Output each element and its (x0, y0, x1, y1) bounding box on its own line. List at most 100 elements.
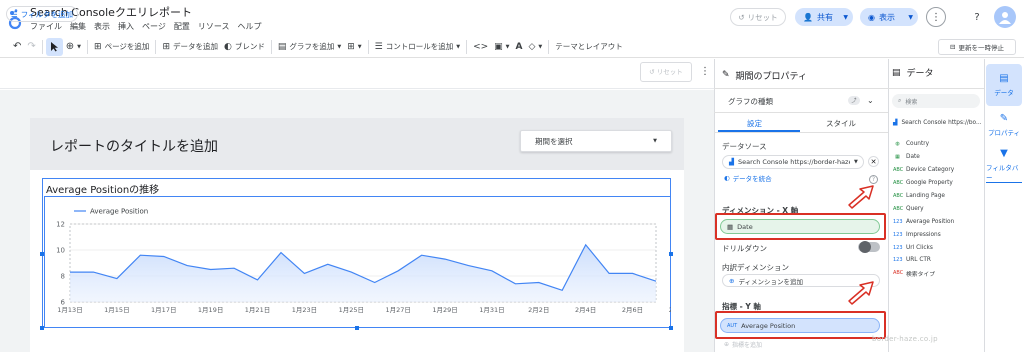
add-component-button[interactable]: ⊞ ▼ (344, 38, 364, 56)
add-control-button[interactable]: ☰ コントロールを追加 ▼ (372, 38, 463, 56)
shape-icon: ◇ (528, 41, 536, 52)
divider (270, 39, 272, 54)
data-source-item[interactable]: ▟ Search Console https://bo... (893, 120, 982, 126)
field-item[interactable]: 123 URL CTR (893, 254, 954, 267)
report-title[interactable]: レポートのタイトルを追加 (50, 136, 218, 156)
zoom-icon: ⊕ (65, 41, 75, 52)
field-item[interactable]: ABC Query (893, 202, 954, 215)
divider (714, 132, 888, 133)
field-search-input[interactable]: ⌕ 検索 (892, 94, 980, 108)
menu-help[interactable]: ヘルプ (237, 21, 261, 32)
menu-page[interactable]: ページ (142, 21, 166, 32)
pencil-icon: ✎ (999, 113, 1009, 124)
blend-data-link[interactable]: ◐ データを統合 (724, 173, 772, 183)
more-options-icon[interactable]: ⋮ (926, 7, 946, 27)
field-item[interactable]: ABC Landing Page (893, 190, 954, 203)
rail-properties-button[interactable]: ✎ プロパティ (986, 104, 1022, 146)
filter-bar (0, 59, 714, 89)
x-tick-label: 1月17日 (151, 306, 176, 314)
select-tool-button[interactable] (45, 37, 63, 56)
chevron-down-icon[interactable]: ▼ (908, 14, 913, 21)
drilldown-label: ドリルダウン (722, 244, 767, 253)
add-chart-button[interactable]: ▤ グラフを追加 ▼ (275, 38, 344, 56)
add-metric-button[interactable]: ⊕ 指標を追加 (724, 340, 762, 349)
filter-icon: ☰ (10, 9, 18, 19)
rail-filter-bar-button[interactable]: ▼ フィルタバー (986, 144, 1022, 186)
close-icon[interactable]: ✕ (868, 156, 879, 167)
help-icon[interactable]: ? (968, 8, 986, 26)
filter-icon: ▼ (1000, 147, 1008, 159)
chart-type-label: グラフの種類 (728, 97, 773, 106)
add-filter-button[interactable]: ☰ フィルタを追加 (6, 6, 78, 22)
rail-data-button[interactable]: ▤ データ (986, 64, 1022, 106)
chevron-down-icon: ▼ (505, 43, 510, 50)
legend-label[interactable]: Average Position (90, 208, 148, 216)
divider (714, 112, 888, 113)
metric-chip-average-position[interactable]: AUT Average Position (720, 318, 880, 333)
chart-title[interactable]: Average Positionの推移 (46, 181, 159, 196)
tab-style[interactable]: スタイル (826, 118, 856, 129)
field-item[interactable]: ▦ Date (893, 151, 954, 164)
add-data-icon: ⊞ (162, 41, 170, 52)
avatar[interactable] (994, 6, 1016, 28)
undo-button[interactable]: ↶ (10, 38, 24, 56)
x-tick-label: 2月6日 (622, 306, 643, 314)
add-page-button[interactable]: ⊞ ページを追加 (91, 38, 152, 56)
canvas-reset-button[interactable]: ↺ リセット (640, 62, 692, 82)
arrow-annotation (848, 281, 874, 305)
menu-bar: ファイル 編集 表示 挿入 ページ 配置 リソース ヘルプ (30, 21, 261, 32)
field-item[interactable]: 123 Average Position (893, 215, 954, 228)
table-icon: ▤ (892, 67, 901, 78)
field-item[interactable]: ABC Google Property (893, 177, 954, 190)
drilldown-toggle[interactable] (858, 241, 880, 253)
watermark: border-haze.co.jp (872, 335, 938, 343)
field-item[interactable]: 123 Url Clicks (893, 241, 954, 254)
menu-view[interactable]: 表示 (94, 21, 110, 32)
menu-file[interactable]: ファイル (30, 21, 62, 32)
add-page-icon: ⊞ (94, 41, 102, 52)
abc-icon: ABC (893, 167, 904, 174)
number-icon: 123 (893, 244, 903, 251)
menu-arrange[interactable]: 配置 (174, 21, 190, 32)
help-icon[interactable]: ? (869, 175, 878, 184)
calendar-icon: ▦ (727, 222, 734, 231)
theme-layout-button[interactable]: テーマとレイアウト (552, 38, 626, 56)
menu-edit[interactable]: 編集 (70, 21, 86, 32)
dimension-chip-date[interactable]: ▦ Date (720, 219, 880, 234)
blend-button[interactable]: ◐ ブレンド (221, 38, 268, 56)
toolbar: ↶ ↷ ⊕ ▼ ⊞ ページを追加 ⊞ データを追加 ◐ ブレンド ▤ グラフを追加 ▼ ⊞ ▼… (0, 36, 1024, 58)
pause-update-button[interactable]: ⊟ 更新を一時停止 (938, 39, 1016, 55)
field-item[interactable]: ◍ Country (893, 138, 954, 151)
chevron-down-icon[interactable]: ⌄ (867, 96, 874, 105)
chevron-down-icon: ▼ (854, 159, 858, 165)
abc-icon: ABC (893, 180, 904, 187)
add-data-button[interactable]: ⊞ データを追加 (159, 38, 221, 56)
view-button[interactable]: ◉ 表示 ▼ (860, 8, 918, 26)
chart-type-icon[interactable]: ⤴ (848, 96, 860, 105)
reset-button[interactable]: ↺ リセット (730, 8, 786, 26)
field-item[interactable]: ABC Device Category (893, 164, 954, 177)
number-icon: 123 (893, 231, 903, 238)
number-icon: 123 (893, 257, 903, 264)
table-icon: ▤ (999, 73, 1009, 84)
code-button[interactable]: <> (470, 38, 491, 56)
text-button[interactable]: A (513, 38, 526, 56)
menu-resource[interactable]: リソース (198, 21, 230, 32)
redo-button[interactable]: ↷ (24, 38, 38, 56)
image-icon: ▣ (494, 41, 503, 52)
tab-setup[interactable]: 設定 (747, 118, 762, 129)
field-item[interactable]: ABC 検索タイプ (893, 267, 954, 280)
image-button[interactable]: ▣ ▼ (491, 38, 512, 56)
data-source-select[interactable]: ▟ Search Console https://border-haze.c..… (722, 155, 864, 169)
search-console-icon: ▟ (729, 158, 734, 166)
menu-insert[interactable]: 挿入 (118, 21, 134, 32)
shape-button[interactable]: ◇ ▼ (526, 38, 546, 56)
field-item[interactable]: 123 Impressions (893, 228, 954, 241)
breakdown-label: 内訳ディメンション (722, 263, 789, 272)
more-options-icon[interactable]: ⋮ (700, 66, 710, 77)
chevron-down-icon[interactable]: ▼ (843, 14, 848, 21)
zoom-button[interactable]: ⊕ ▼ (63, 38, 84, 56)
date-range-picker[interactable]: 期間を選択 ▼ (520, 130, 672, 152)
share-button[interactable]: 👤 共有 ▼ (795, 8, 853, 26)
series-area (70, 244, 656, 302)
